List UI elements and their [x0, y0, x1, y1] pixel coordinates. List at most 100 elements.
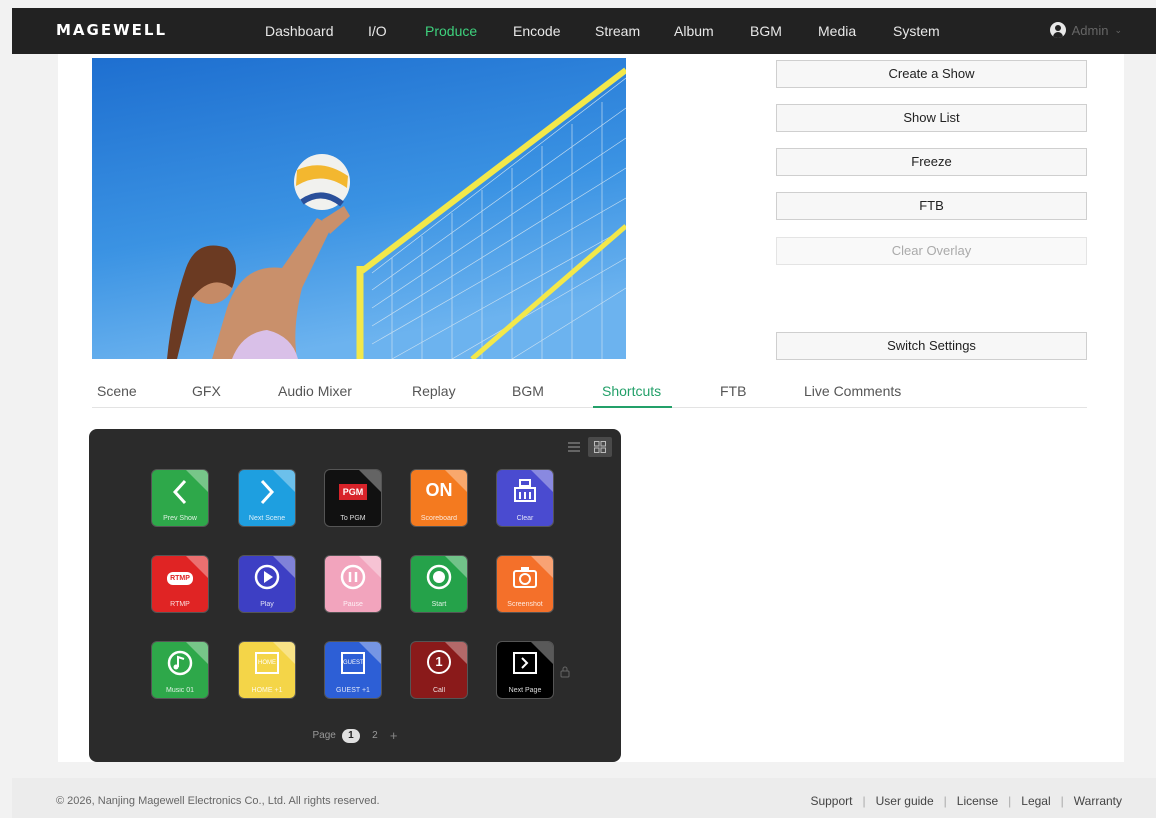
nav-stream[interactable]: Stream	[595, 23, 640, 39]
shortcut-key[interactable]: Prev Show	[151, 469, 209, 527]
shortcut-label: Start	[431, 601, 447, 608]
clear-overlay-button[interactable]: Clear Overlay	[776, 237, 1087, 265]
active-tab-indicator	[593, 406, 672, 408]
tab-shortcuts[interactable]: Shortcuts	[602, 383, 661, 399]
link-separator: |	[862, 794, 866, 808]
nav-produce[interactable]: Produce	[425, 23, 477, 39]
add-page-icon[interactable]: +	[390, 728, 398, 743]
footer-links: Support | User guide | License | Legal |…	[810, 794, 1122, 808]
shortcut-label: RTMP	[170, 601, 190, 608]
produce-tabs: Scene GFX Audio Mixer Replay BGM Shortcu…	[92, 378, 1087, 408]
page-label: Page	[312, 730, 336, 741]
list-view-icon[interactable]	[562, 437, 586, 457]
shortcut-key[interactable]: Clear	[496, 469, 554, 527]
shortcut-type-badge	[273, 470, 295, 492]
shortcut-label: Screenshot	[507, 601, 543, 608]
show-list-button[interactable]: Show List	[776, 104, 1087, 132]
shortcut-label: Clear	[516, 515, 534, 522]
user-name: Admin	[1071, 22, 1109, 38]
link-separator: |	[1060, 794, 1064, 808]
switch-settings-button[interactable]: Switch Settings	[776, 332, 1087, 360]
shortcut-type-badge	[186, 556, 208, 578]
link-separator: |	[1008, 794, 1012, 808]
shortcut-type-badge	[359, 642, 381, 664]
copyright-text: © 2026, Nanjing Magewell Electronics Co.…	[56, 795, 380, 807]
nav-dashboard[interactable]: Dashboard	[265, 23, 334, 39]
user-guide-link[interactable]: User guide	[876, 794, 934, 808]
tab-live-comments[interactable]: Live Comments	[804, 383, 901, 399]
tab-gfx[interactable]: GFX	[192, 383, 221, 399]
shortcut-type-badge	[445, 642, 467, 664]
nav-album[interactable]: Album	[674, 23, 714, 39]
shortcut-key[interactable]: Start	[410, 555, 468, 613]
shortcut-label: Play	[260, 601, 274, 608]
freeze-button[interactable]: Freeze	[776, 148, 1087, 176]
shortcut-type-badge	[531, 470, 553, 492]
license-link[interactable]: License	[957, 794, 998, 808]
lock-icon[interactable]	[559, 665, 571, 683]
view-toggle	[562, 437, 612, 457]
pagination: Page 1 2 +	[89, 728, 621, 743]
link-separator: |	[943, 794, 947, 808]
tab-scene[interactable]: Scene	[97, 383, 137, 399]
shortcut-type-badge	[359, 470, 381, 492]
main-nav: Dashboard I/O Produce Encode Stream Albu…	[12, 8, 1156, 54]
tab-replay[interactable]: Replay	[412, 383, 456, 399]
nav-system[interactable]: System	[893, 23, 940, 39]
shortcut-label: Scoreboard	[420, 515, 458, 522]
shortcut-label: HOME +1	[251, 687, 283, 694]
warranty-link[interactable]: Warranty	[1074, 794, 1122, 808]
nav-io[interactable]: I/O	[368, 23, 387, 39]
legal-link[interactable]: Legal	[1021, 794, 1050, 808]
tab-audio-mixer[interactable]: Audio Mixer	[278, 383, 352, 399]
shortcut-type-badge	[186, 470, 208, 492]
shortcut-label: Prev Show	[163, 515, 197, 522]
shortcut-key[interactable]: Play	[238, 555, 296, 613]
user-avatar-icon	[1049, 22, 1066, 38]
shortcut-label: Next Page	[508, 687, 542, 694]
create-show-button[interactable]: Create a Show	[776, 60, 1087, 88]
shortcut-label: Next Scene	[248, 515, 286, 522]
top-nav-bar: MAGEWELL Dashboard I/O Produce Encode St…	[12, 8, 1156, 54]
shortcut-label: Call	[432, 687, 446, 694]
shortcut-key[interactable]: RTMP RTMP	[151, 555, 209, 613]
shortcut-label: GUEST +1	[336, 687, 370, 694]
shortcut-key[interactable]: Screenshot	[496, 555, 554, 613]
program-preview	[92, 58, 626, 359]
shortcut-type-badge	[186, 642, 208, 664]
shortcut-type-badge	[273, 556, 295, 578]
shortcut-key[interactable]: Pause	[324, 555, 382, 613]
shortcut-label: Pause	[343, 601, 363, 608]
nav-encode[interactable]: Encode	[513, 23, 560, 39]
preview-image	[92, 58, 626, 359]
shortcut-type-badge	[273, 642, 295, 664]
page-1-button[interactable]: 1	[341, 728, 360, 743]
shortcut-type-badge	[359, 556, 381, 578]
shortcut-label: Music 01	[165, 687, 194, 694]
shortcut-key[interactable]: GUEST GUEST +1	[324, 641, 382, 699]
user-menu[interactable]: Admin ⌄	[1049, 22, 1122, 38]
shortcut-key[interactable]: Music 01	[151, 641, 209, 699]
page-2-button[interactable]: 2	[366, 729, 384, 743]
support-link[interactable]: Support	[810, 794, 852, 808]
shortcut-key[interactable]: ON Scoreboard	[410, 469, 468, 527]
shortcut-key[interactable]: HOME HOME +1	[238, 641, 296, 699]
tab-ftb[interactable]: FTB	[720, 383, 746, 399]
shortcut-label: To PGM	[340, 515, 366, 522]
shortcut-type-badge	[531, 642, 553, 664]
chevron-down-icon: ⌄	[1114, 24, 1122, 35]
tab-bgm[interactable]: BGM	[512, 383, 544, 399]
shortcut-key[interactable]: PGM To PGM	[324, 469, 382, 527]
nav-bgm[interactable]: BGM	[750, 23, 782, 39]
shortcut-key[interactable]: 1 Call	[410, 641, 468, 699]
shortcut-type-badge	[531, 556, 553, 578]
shortcuts-panel: Prev Show Next Scene PGM To PGM ON Scoreboard…	[89, 429, 621, 762]
shortcut-type-badge	[445, 556, 467, 578]
grid-view-icon[interactable]	[588, 437, 612, 457]
nav-media[interactable]: Media	[818, 23, 856, 39]
ftb-button[interactable]: FTB	[776, 192, 1087, 220]
shortcut-key[interactable]: Next Page	[496, 641, 554, 699]
footer: © 2026, Nanjing Magewell Electronics Co.…	[12, 778, 1156, 818]
shortcut-key[interactable]: Next Scene	[238, 469, 296, 527]
shortcut-type-badge	[445, 470, 467, 492]
